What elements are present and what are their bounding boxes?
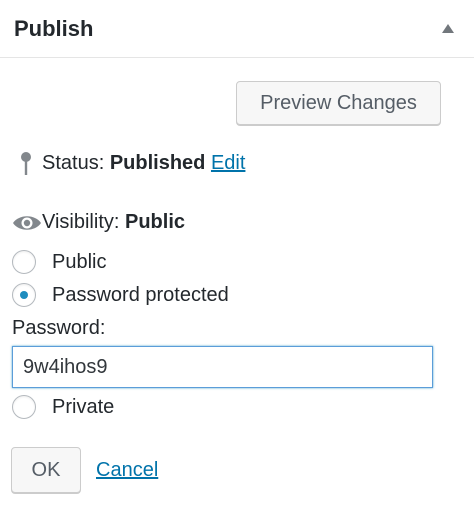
visibility-row: Visibility: Public (12, 209, 185, 235)
status-row: Status: Published Edit (12, 150, 245, 176)
ok-button[interactable]: OK (11, 447, 81, 493)
status-value: Published (109, 152, 206, 174)
visibility-value: Public (125, 211, 186, 233)
edit-status-link[interactable]: Edit (211, 152, 245, 174)
visibility-label: Visibility: (42, 211, 120, 233)
radio-label: Password protected (52, 284, 229, 306)
cancel-link[interactable]: Cancel (96, 457, 158, 483)
panel-header[interactable]: Publish (0, 0, 474, 58)
status-label: Status: (42, 152, 105, 174)
preview-changes-button[interactable]: Preview Changes (236, 81, 441, 125)
radio-label: Private (52, 396, 115, 418)
radio-button[interactable] (12, 395, 36, 419)
radio-label: Public (52, 251, 107, 273)
publish-panel: Publish Preview Changes Status: Publishe… (0, 0, 474, 506)
radio-button[interactable] (12, 250, 36, 274)
eye-icon (13, 216, 41, 230)
radio-button[interactable] (12, 283, 36, 307)
panel-title: Publish (14, 16, 94, 41)
password-label: Password: (12, 317, 106, 339)
triangle-up-icon[interactable] (442, 24, 454, 33)
password-input[interactable] (12, 346, 433, 388)
pin-icon (21, 152, 31, 175)
